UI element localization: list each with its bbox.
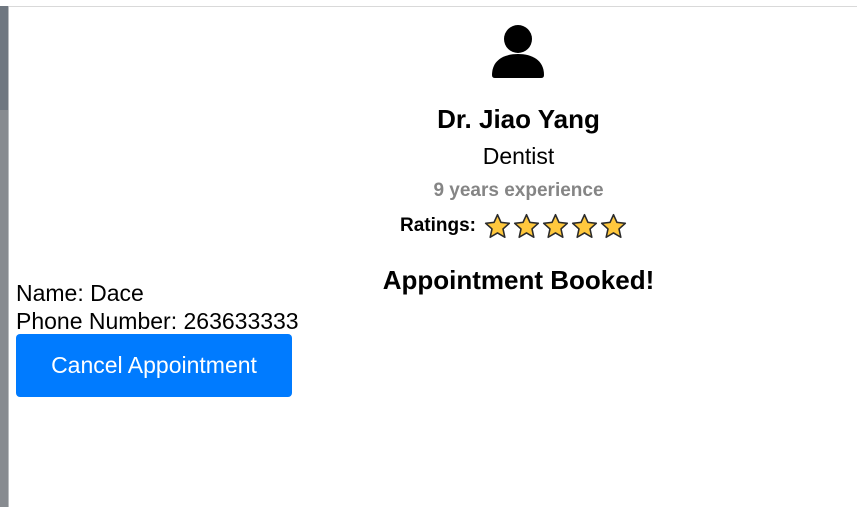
- star-icon: [600, 213, 627, 239]
- patient-name: Name: Dace: [16, 280, 144, 306]
- user-icon: [490, 24, 546, 78]
- star-icon: [484, 213, 511, 239]
- cancel-appointment-button[interactable]: Cancel Appointment: [16, 334, 292, 397]
- doctor-name: Dr. Jiao Yang: [437, 104, 600, 134]
- ratings-label: Ratings:: [400, 215, 476, 236]
- doctor-card: Dr. Jiao Yang Dentist 9 years experience…: [180, 20, 857, 300]
- star-icon: [542, 213, 569, 239]
- top-divider: [0, 6, 857, 7]
- booking-status-heading: Appointment Booked!: [382, 265, 655, 295]
- doctor-experience: 9 years experience: [433, 180, 604, 201]
- left-edge-border: [8, 6, 9, 507]
- star-icon: [571, 213, 598, 239]
- doctor-specialty: Dentist: [482, 143, 555, 169]
- ratings-row: Ratings:: [400, 211, 627, 241]
- patient-phone: Phone Number: 263633333: [16, 308, 299, 334]
- star-icon: [513, 213, 540, 239]
- rating-stars: [484, 213, 627, 239]
